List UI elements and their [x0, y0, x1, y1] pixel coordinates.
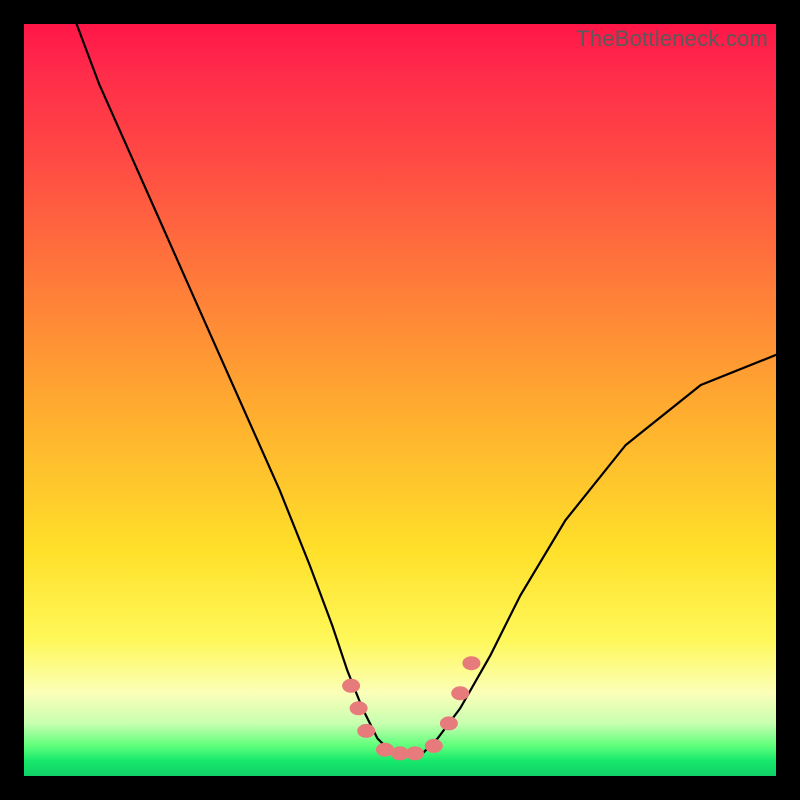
highlight-dot	[425, 739, 443, 753]
plot-area: TheBottleneck.com	[24, 24, 776, 776]
highlight-dot	[357, 724, 375, 738]
highlight-dot	[342, 679, 360, 693]
highlight-dot	[451, 686, 469, 700]
curve-svg	[24, 24, 776, 776]
highlight-dot	[440, 716, 458, 730]
highlight-dot	[406, 746, 424, 760]
bottleneck-curve	[77, 24, 776, 753]
highlight-dot	[350, 701, 368, 715]
highlight-dot	[462, 656, 480, 670]
chart-frame: TheBottleneck.com	[0, 0, 800, 800]
